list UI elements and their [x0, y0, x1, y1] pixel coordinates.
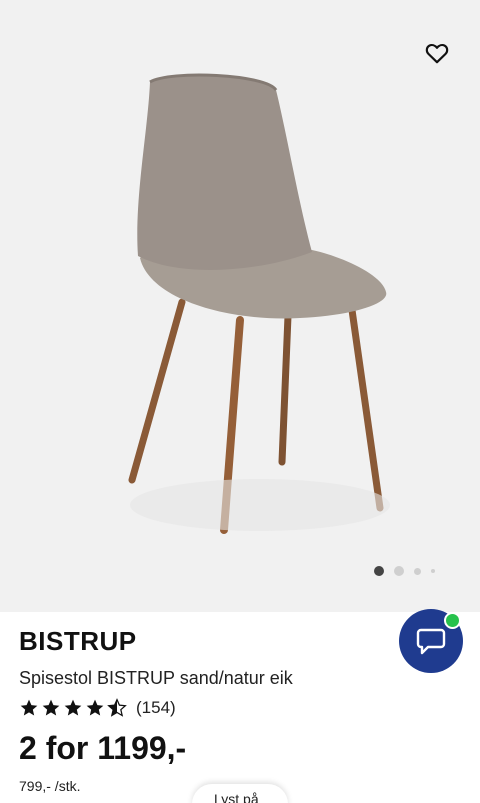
star-icon	[42, 699, 60, 716]
unit-price: 799,- /stk.	[19, 778, 81, 794]
chat-bubble-icon	[416, 628, 446, 655]
product-rating[interactable]: (154)	[19, 697, 176, 719]
product-image-gallery[interactable]	[0, 0, 480, 612]
star-icon	[20, 699, 38, 716]
online-status-indicator	[444, 612, 461, 629]
rating-stars	[19, 698, 127, 718]
floating-pill-label: Lyst på	[214, 791, 259, 803]
star-half-icon	[107, 698, 127, 717]
gallery-pagination	[374, 566, 445, 576]
gallery-dot-active[interactable]	[374, 566, 384, 576]
review-count[interactable]: (154)	[136, 698, 176, 718]
favorite-button[interactable]	[424, 40, 450, 66]
star-icon	[86, 699, 104, 716]
product-subtitle: Spisestol BISTRUP sand/natur eik	[19, 668, 293, 688]
product-brand: BISTRUP	[19, 626, 137, 656]
product-price: 2 for 1199,-	[19, 730, 187, 766]
heart-outline-icon	[425, 43, 449, 64]
floating-action-pill[interactable]: Lyst på	[192, 784, 288, 803]
gallery-dot[interactable]	[431, 569, 435, 573]
star-icon	[64, 699, 82, 716]
gallery-dot[interactable]	[394, 566, 404, 576]
gallery-dot[interactable]	[414, 567, 421, 575]
product-image	[128, 73, 390, 534]
